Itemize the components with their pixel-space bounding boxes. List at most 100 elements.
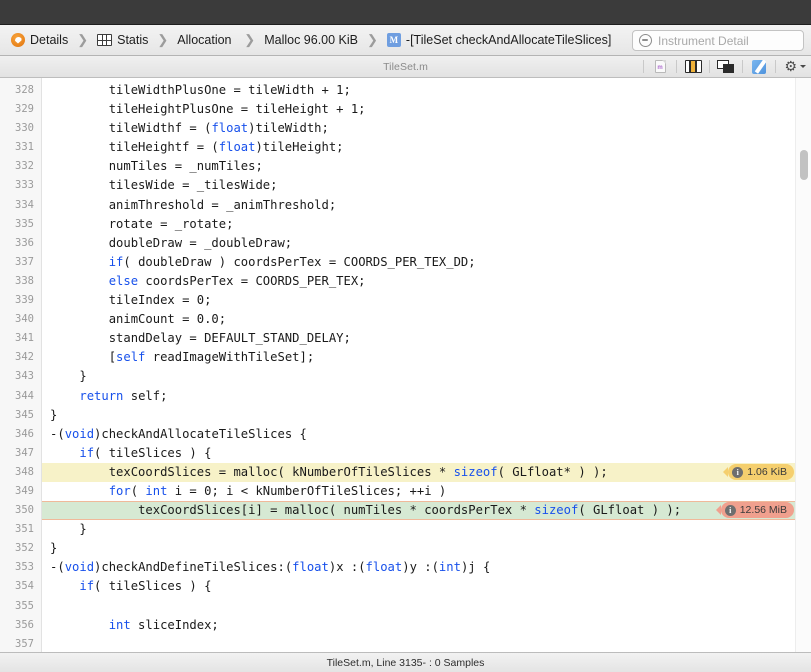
assistant-editor-icon [684,60,702,73]
code-line[interactable]: tileIndex = 0; [42,291,811,310]
code-line[interactable]: } [42,539,811,558]
breadcrumb-item-label: Statis [117,33,149,47]
badge-label: 1.06 KiB [747,465,787,478]
code-line[interactable]: tilesWide = _tilesWide; [42,176,811,195]
code-line[interactable]: if( tileSlices ) { [42,577,811,596]
code-text: } [79,369,87,384]
code-line[interactable]: -(void)checkAndDefineTileSlices:(float)x… [42,558,811,577]
breadcrumb-item-allocation-s[interactable]: Allocation S [172,29,240,51]
code-keyword: void [64,560,95,575]
toolbar-divider [775,60,776,73]
breadcrumb-item-tileset-checkandallocatetileslices[interactable]: M -[TileSet checkAndAllocateTileSlices] [382,29,616,51]
breadcrumb-item-statis[interactable]: Statis [92,29,153,51]
code-text: [ [108,350,117,365]
window-title-bar [0,0,811,25]
breadcrumb-item-malloc-96-00-kib[interactable]: Malloc 96.00 KiB [259,29,363,51]
code-text: tileWidthPlusOne = tileWidth + 1; [108,83,351,97]
code-text: )tileHeight; [255,140,344,155]
code-line[interactable]: } [42,520,811,539]
breadcrumb-item-details[interactable]: Details [6,29,73,51]
code-line[interactable]: animCount = 0.0; [42,310,811,329]
vertical-scrollbar[interactable] [795,78,811,652]
edit-button[interactable] [750,59,768,75]
code-line[interactable]: if( tileSlices ) { [42,444,811,463]
code-text: )x :( [328,560,366,575]
code-line[interactable]: texCoordSlices = malloc( kNumberOfTileSl… [42,462,811,482]
line-number: 333 [15,179,34,192]
scrollbar-thumb[interactable] [799,150,808,180]
code-text: rotate = _rotate; [108,216,234,231]
breadcrumb: Details ❯ Statis ❯ Allocation S ❯ Malloc 96.00… [6,29,616,51]
line-number: 330 [15,122,34,135]
badge-label: 12.56 MiB [739,503,787,516]
code-line[interactable]: numTiles = _numTiles; [42,157,811,176]
code-text: } [50,541,58,556]
instrument-detail-search[interactable] [632,30,804,51]
stack-view-button[interactable] [717,59,735,75]
code-line[interactable]: tileWidthPlusOne = tileWidth + 1; [42,81,811,100]
settings-button[interactable] [783,59,807,75]
code-line[interactable]: tileWidthf = (float)tileWidth; [42,119,811,138]
code-text: self; [123,388,168,403]
code-text: )j { [460,560,491,575]
code-line[interactable]: int sliceIndex; [42,616,811,635]
code-line[interactable]: -(void)checkAndAllocateTileSlices { [42,425,811,444]
code-line[interactable]: standDelay = DEFAULT_STAND_DELAY; [42,329,811,348]
file-name-label: TileSet.m [383,60,428,73]
line-number: 338 [15,274,34,287]
line-number: 328 [15,84,34,96]
line-number: 334 [15,198,34,211]
allocation-badge[interactable]: i 1.06 KiB [723,464,794,481]
code-line[interactable] [42,635,811,652]
code-line[interactable]: animThreshold = _animThreshold; [42,196,811,215]
code-line[interactable]: if( doubleDraw ) coordsPerTex = COORDS_P… [42,253,811,272]
code-line[interactable]: } [42,367,811,386]
code-text: tileHeightf = ( [108,140,219,155]
chevron-down-icon [799,65,806,68]
code-line[interactable]: for( int i = 0; i < kNumberOfTileSlices;… [42,482,811,501]
breadcrumb-item-label: -[TileSet checkAndAllocateTileSlices] [405,33,612,47]
breadcrumb-item-label: Malloc 96.00 KiB [264,33,359,47]
code-line[interactable]: [self readImageWithTileSet]; [42,348,811,367]
code-text: ( GLfloat* ) ); [497,464,608,479]
code-text: tilesWide = _tilesWide; [108,178,278,193]
allocation-badge[interactable]: i 12.56 MiB [715,502,794,519]
code-text: )tileWidth; [248,121,329,136]
grid-icon [97,34,113,46]
breadcrumb-separator: ❯ [157,32,169,47]
code-line[interactable] [42,597,811,616]
code-text: sliceIndex; [130,617,219,632]
code-line[interactable]: return self; [42,387,811,406]
line-number: 335 [15,217,34,230]
code-text: animCount = 0.0; [108,312,227,327]
code-line[interactable]: tileHeightPlusOne = tileHeight + 1; [42,100,811,119]
code-line[interactable]: texCoordSlices[i] = malloc( numTiles * c… [42,501,811,521]
code-line[interactable]: rotate = _rotate; [42,215,811,234]
breadcrumb-bar: Details ❯ Statis ❯ Allocation S ❯ Malloc 96.00… [0,25,811,56]
code-line[interactable]: else coordsPerTex = COORDS_PER_TEX; [42,272,811,291]
related-items-button[interactable]: m [651,59,669,75]
code-line[interactable]: tileHeightf = (float)tileHeight; [42,138,811,157]
toolbar-divider [742,60,743,73]
code-content[interactable]: tileWidthPlusOne = tileWidth + 1; tileHe… [42,78,811,652]
toolbar-divider [676,60,677,73]
code-text: animThreshold = _animThreshold; [108,197,337,212]
assistant-editor-button[interactable] [684,59,702,75]
code-keyword: if [79,445,95,460]
code-line[interactable]: } [42,406,811,425]
code-text: tileHeightPlusOne = tileHeight + 1; [108,102,366,117]
line-number: 353 [15,561,34,574]
code-line[interactable]: doubleDraw = _doubleDraw; [42,234,811,253]
code-text: )checkAndDefineTileSlices:( [94,560,293,575]
code-keyword: if [79,579,95,594]
search-input[interactable] [658,33,797,48]
line-number: 350 [15,504,34,517]
